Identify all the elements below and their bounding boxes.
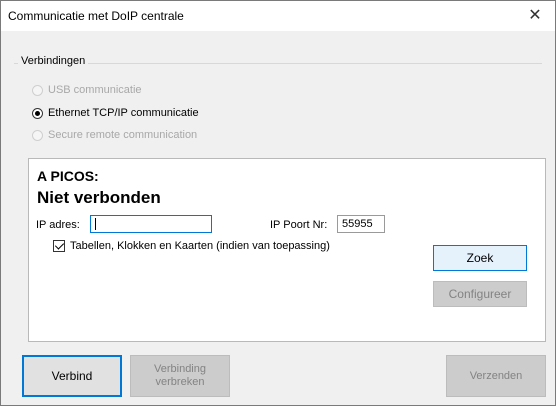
verbreken-line1: Verbinding	[154, 363, 206, 375]
tables-clocks-maps-label: Tabellen, Klokken en Kaarten (indien van…	[70, 240, 330, 252]
radio-ethernet[interactable]: Ethernet TCP/IP communicatie	[32, 105, 199, 121]
radio-usb-indicator[interactable]	[32, 84, 43, 96]
ip-port-input[interactable]: 55955	[337, 215, 385, 233]
connection-status: Niet verbonden	[37, 188, 161, 207]
radio-usb[interactable]: USB communicatie	[32, 82, 142, 98]
configureer-button[interactable]: Configureer	[433, 281, 527, 307]
connections-group-label: Verbindingen	[18, 55, 89, 67]
title-bar: Communicatie met DoIP centrale ✕	[1, 1, 555, 31]
radio-secure-remote-indicator[interactable]	[32, 129, 43, 141]
window-title: Communicatie met DoIP centrale	[8, 9, 184, 23]
verbreken-line2: verbreken	[155, 376, 205, 388]
ip-port-label: IP Poort Nr:	[270, 219, 328, 231]
radio-usb-label: USB communicatie	[48, 84, 142, 96]
ip-address-input[interactable]	[90, 215, 212, 233]
radio-secure-remote-label: Secure remote communication	[48, 129, 198, 141]
connections-group-border	[14, 63, 542, 64]
checkbox[interactable]	[53, 240, 65, 252]
close-icon[interactable]: ✕	[515, 1, 555, 31]
target-label: A PICOS:	[37, 168, 99, 184]
tables-clocks-maps-option[interactable]: Tabellen, Klokken en Kaarten (indien van…	[53, 240, 330, 252]
ip-address-label: IP adres:	[36, 219, 80, 231]
zoek-button[interactable]: Zoek	[433, 245, 527, 271]
radio-ethernet-indicator[interactable]	[32, 107, 43, 119]
radio-ethernet-label: Ethernet TCP/IP communicatie	[48, 107, 199, 119]
verbinding-verbreken-button[interactable]: Verbinding verbreken	[130, 355, 230, 397]
text-caret	[95, 218, 96, 230]
radio-secure-remote[interactable]: Secure remote communication	[32, 127, 197, 143]
verzenden-button[interactable]: Verzenden	[446, 355, 546, 397]
verbind-button[interactable]: Verbind	[22, 355, 122, 397]
